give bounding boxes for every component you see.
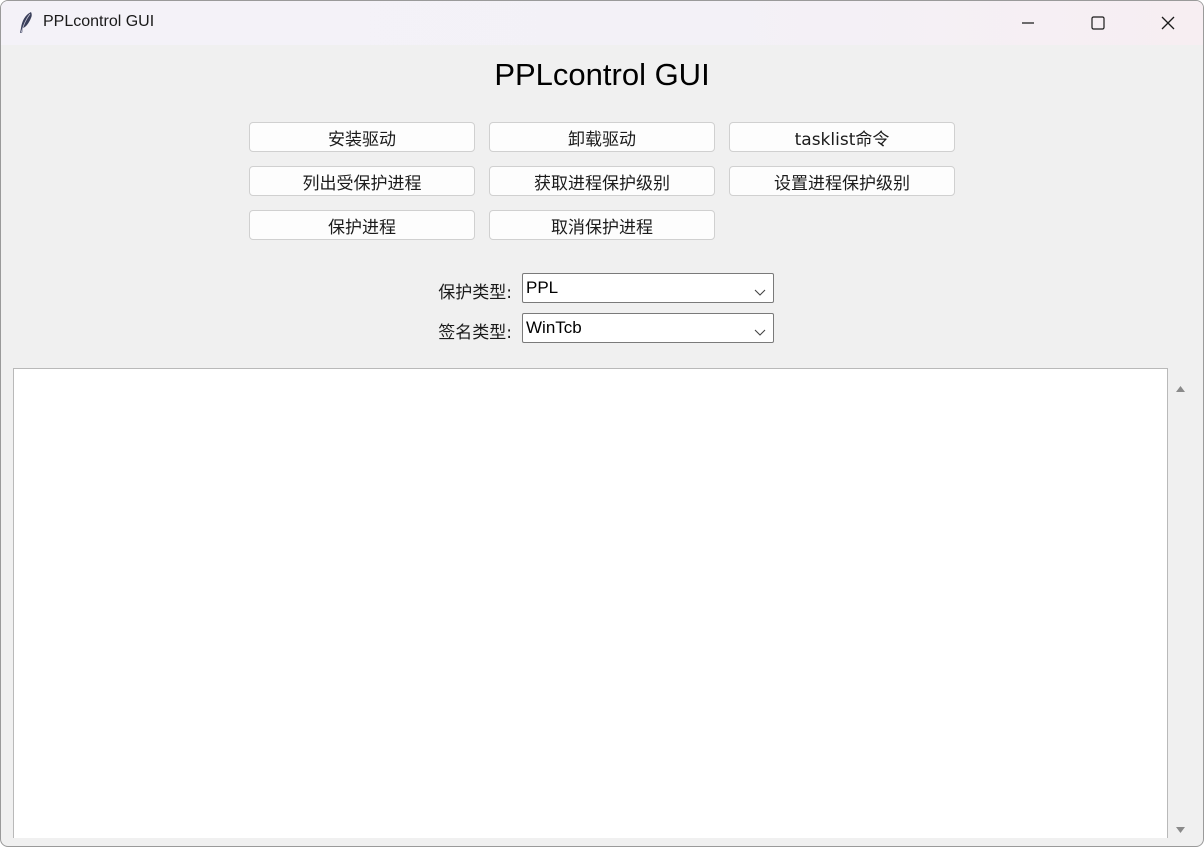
tasklist-command-button[interactable]: tasklist命令 (729, 122, 955, 152)
window-title: PPLcontrol GUI (43, 13, 155, 30)
scroll-down-arrow-icon[interactable] (1175, 819, 1186, 838)
list-protected-processes-button[interactable]: 列出受保护进程 (249, 166, 475, 196)
title-bar[interactable]: PPLcontrol GUI (1, 1, 1203, 45)
get-protection-level-button[interactable]: 获取进程保护级别 (489, 166, 715, 196)
maximize-button[interactable] (1063, 1, 1133, 45)
set-protection-level-button[interactable]: 设置进程保护级别 (729, 166, 955, 196)
protection-type-value: PPL (526, 278, 559, 297)
chevron-down-icon (754, 323, 766, 342)
install-driver-button[interactable]: 安装驱动 (249, 122, 475, 152)
minimize-button[interactable] (993, 1, 1063, 45)
protection-type-select[interactable]: PPL (522, 273, 774, 303)
scroll-up-arrow-icon[interactable] (1175, 378, 1186, 397)
signer-type-select[interactable]: WinTcb (522, 313, 774, 343)
page-title: PPLcontrol GUI (494, 57, 710, 92)
close-icon (1160, 15, 1176, 31)
close-button[interactable] (1133, 1, 1203, 45)
chevron-down-icon (754, 283, 766, 302)
protect-process-button[interactable]: 保护进程 (249, 210, 475, 240)
output-text-area[interactable] (13, 368, 1168, 838)
protection-type-label: 保护类型: (438, 283, 512, 303)
app-window: PPLcontrol GUI PPLcontrol GUI 安装驱动 卸载驱动 … (0, 0, 1204, 847)
unprotect-process-button[interactable]: 取消保护进程 (489, 210, 715, 240)
uninstall-driver-button[interactable]: 卸载驱动 (489, 122, 715, 152)
maximize-icon (1090, 15, 1106, 31)
vertical-scrollbar[interactable] (1168, 368, 1193, 838)
minimize-icon (1020, 15, 1036, 31)
signer-type-value: WinTcb (526, 318, 582, 337)
signer-type-label: 签名类型: (438, 323, 512, 343)
feather-icon (16, 11, 36, 35)
